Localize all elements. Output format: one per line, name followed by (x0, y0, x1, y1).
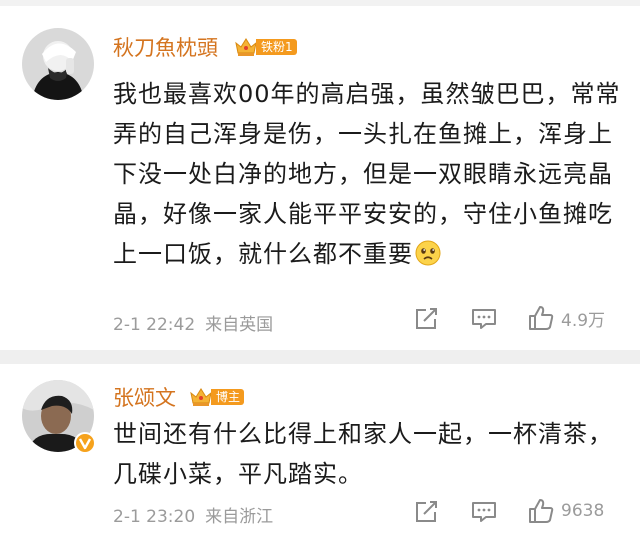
like-count: 4.9万 (561, 310, 606, 331)
comment-location: 来自英国 (205, 315, 274, 335)
share-button[interactable] (414, 307, 440, 331)
share-button[interactable] (414, 500, 440, 524)
like-button[interactable]: 4.9万 (527, 304, 605, 332)
like-count: 9638 (561, 501, 605, 521)
comment-item: 秋刀魚枕頭 铁粉1 我也最喜欢00年的高启强，虽然皱巴巴，常常弄的自己浑身是伤，… (0, 6, 640, 350)
reply-button[interactable] (470, 500, 498, 524)
reply-icon (472, 309, 496, 329)
username[interactable]: 张颂文 (113, 382, 176, 412)
like-icon (529, 306, 554, 330)
fan-badge[interactable]: 铁粉1 (233, 36, 297, 58)
reply-icon (472, 502, 496, 522)
comment-item: 张颂文 博主 世间还有什么比得上和家人一起，一杯清茶，几碟小菜，平凡踏实。 2-… (0, 364, 640, 539)
like-button[interactable]: 9638 (527, 497, 604, 525)
comment-location: 来自浙江 (205, 507, 274, 527)
sad-face-emoji (415, 240, 441, 266)
comment-time: 2-1 22:42 (113, 315, 196, 335)
reply-button[interactable] (470, 307, 498, 331)
comment-meta: 2-1 22:42 来自英国 (113, 310, 273, 335)
comment-text: 世间还有什么比得上和家人一起，一杯清茶，几碟小菜，平凡踏实。 (113, 420, 613, 488)
comment-divider (0, 350, 640, 364)
badge-label: 博主 (211, 389, 245, 405)
like-icon (529, 499, 554, 523)
verified-badge-icon (74, 432, 96, 454)
share-icon (416, 308, 437, 329)
avatar[interactable] (22, 28, 94, 100)
comment-time: 2-1 23:20 (113, 507, 196, 527)
blogger-badge[interactable]: 博主 (188, 386, 245, 408)
username[interactable]: 秋刀魚枕頭 (113, 32, 218, 62)
share-icon (416, 501, 437, 522)
badge-label: 铁粉1 (256, 39, 297, 55)
comment-text: 我也最喜欢00年的高启强，虽然皱巴巴，常常弄的自己浑身是伤，一头扎在鱼摊上，浑身… (113, 80, 621, 268)
comment-meta: 2-1 23:20 来自浙江 (113, 502, 273, 527)
